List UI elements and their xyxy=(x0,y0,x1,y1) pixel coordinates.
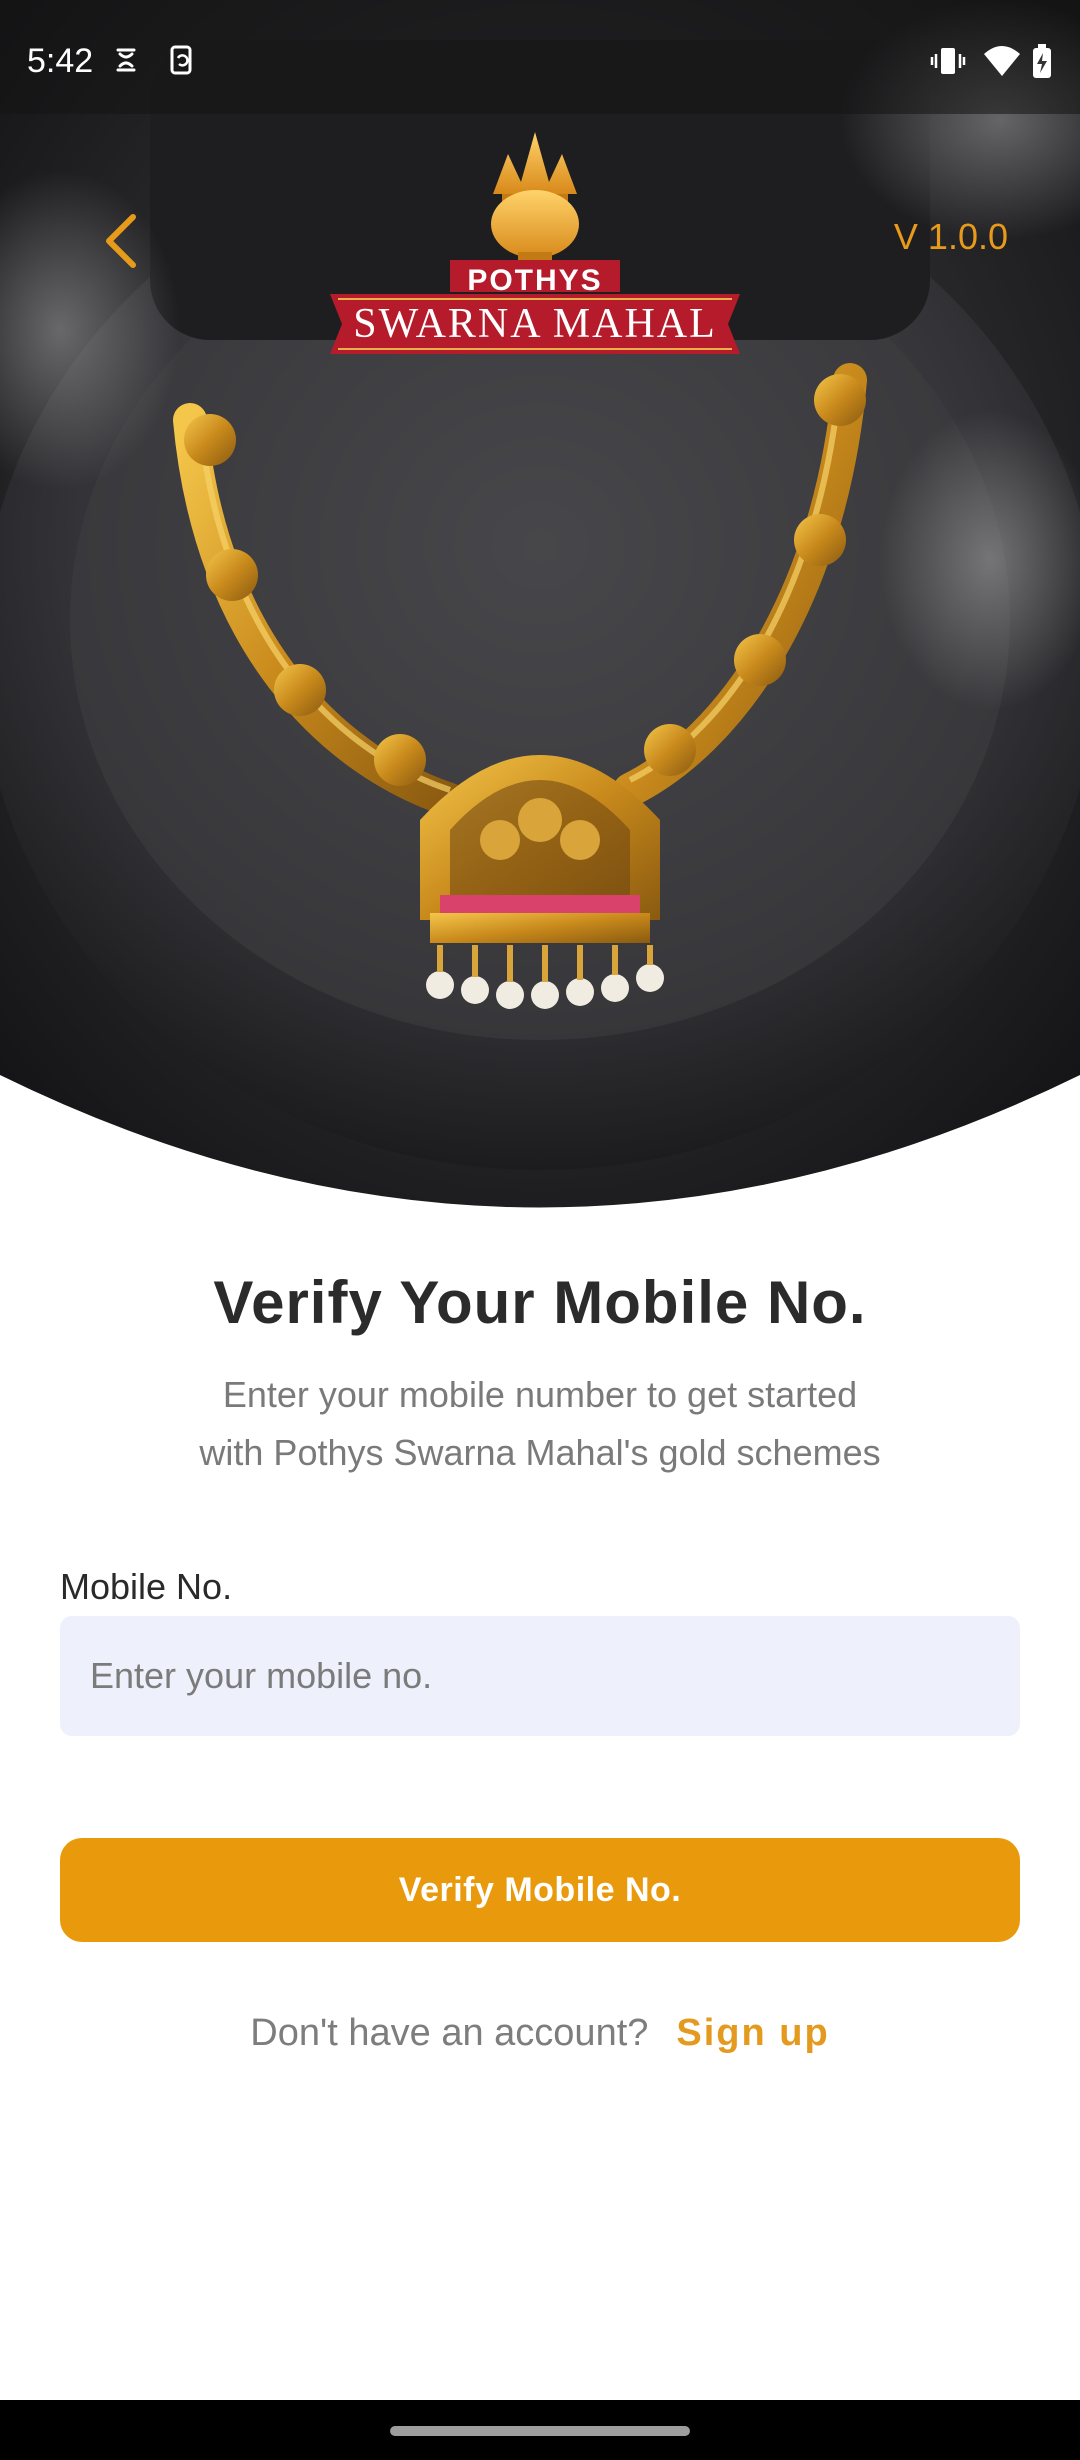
signup-prompt: Don't have an account? xyxy=(250,2012,649,2054)
subtitle-line-2: with Pothys Swarna Mahal's gold schemes xyxy=(199,1432,881,1473)
page-subtitle: Enter your mobile number to get started … xyxy=(120,1366,960,1482)
subtitle-line-1: Enter your mobile number to get started xyxy=(222,1374,858,1415)
verify-mobile-button[interactable]: Verify Mobile No. xyxy=(60,1838,1020,1942)
home-indicator[interactable] xyxy=(390,2426,690,2436)
logo-brand-top: POTHYS xyxy=(467,264,603,297)
chevron-left-icon xyxy=(106,214,136,268)
mobile-number-input[interactable] xyxy=(60,1616,1020,1736)
vibrate-icon xyxy=(930,48,966,74)
logo-brand-main: SWARNA MAHAL xyxy=(353,301,717,347)
status-time: 5:42 xyxy=(27,42,94,80)
battery-charging-icon xyxy=(1033,44,1051,78)
screen-rotate-icon xyxy=(170,45,192,75)
wifi-icon xyxy=(984,46,1020,76)
back-button[interactable] xyxy=(96,206,146,276)
mobile-field-label: Mobile No. xyxy=(60,1566,233,1607)
hero-image: 5:42 V 1.0.0 POTHYS SWARNA MAHAL xyxy=(0,0,1080,1210)
signup-link[interactable]: Sign up xyxy=(676,2012,829,2054)
brand-logo: POTHYS SWARNA MAHAL xyxy=(318,124,752,360)
signup-row: Don't have an account? Sign up xyxy=(0,2012,1080,2055)
app-version: V 1.0.0 xyxy=(893,216,1008,257)
navigation-bar xyxy=(0,2400,1080,2460)
page-title: Verify Your Mobile No. xyxy=(213,1269,867,1336)
data-saver-icon xyxy=(116,48,136,72)
status-bar: 5:42 xyxy=(0,0,1080,114)
